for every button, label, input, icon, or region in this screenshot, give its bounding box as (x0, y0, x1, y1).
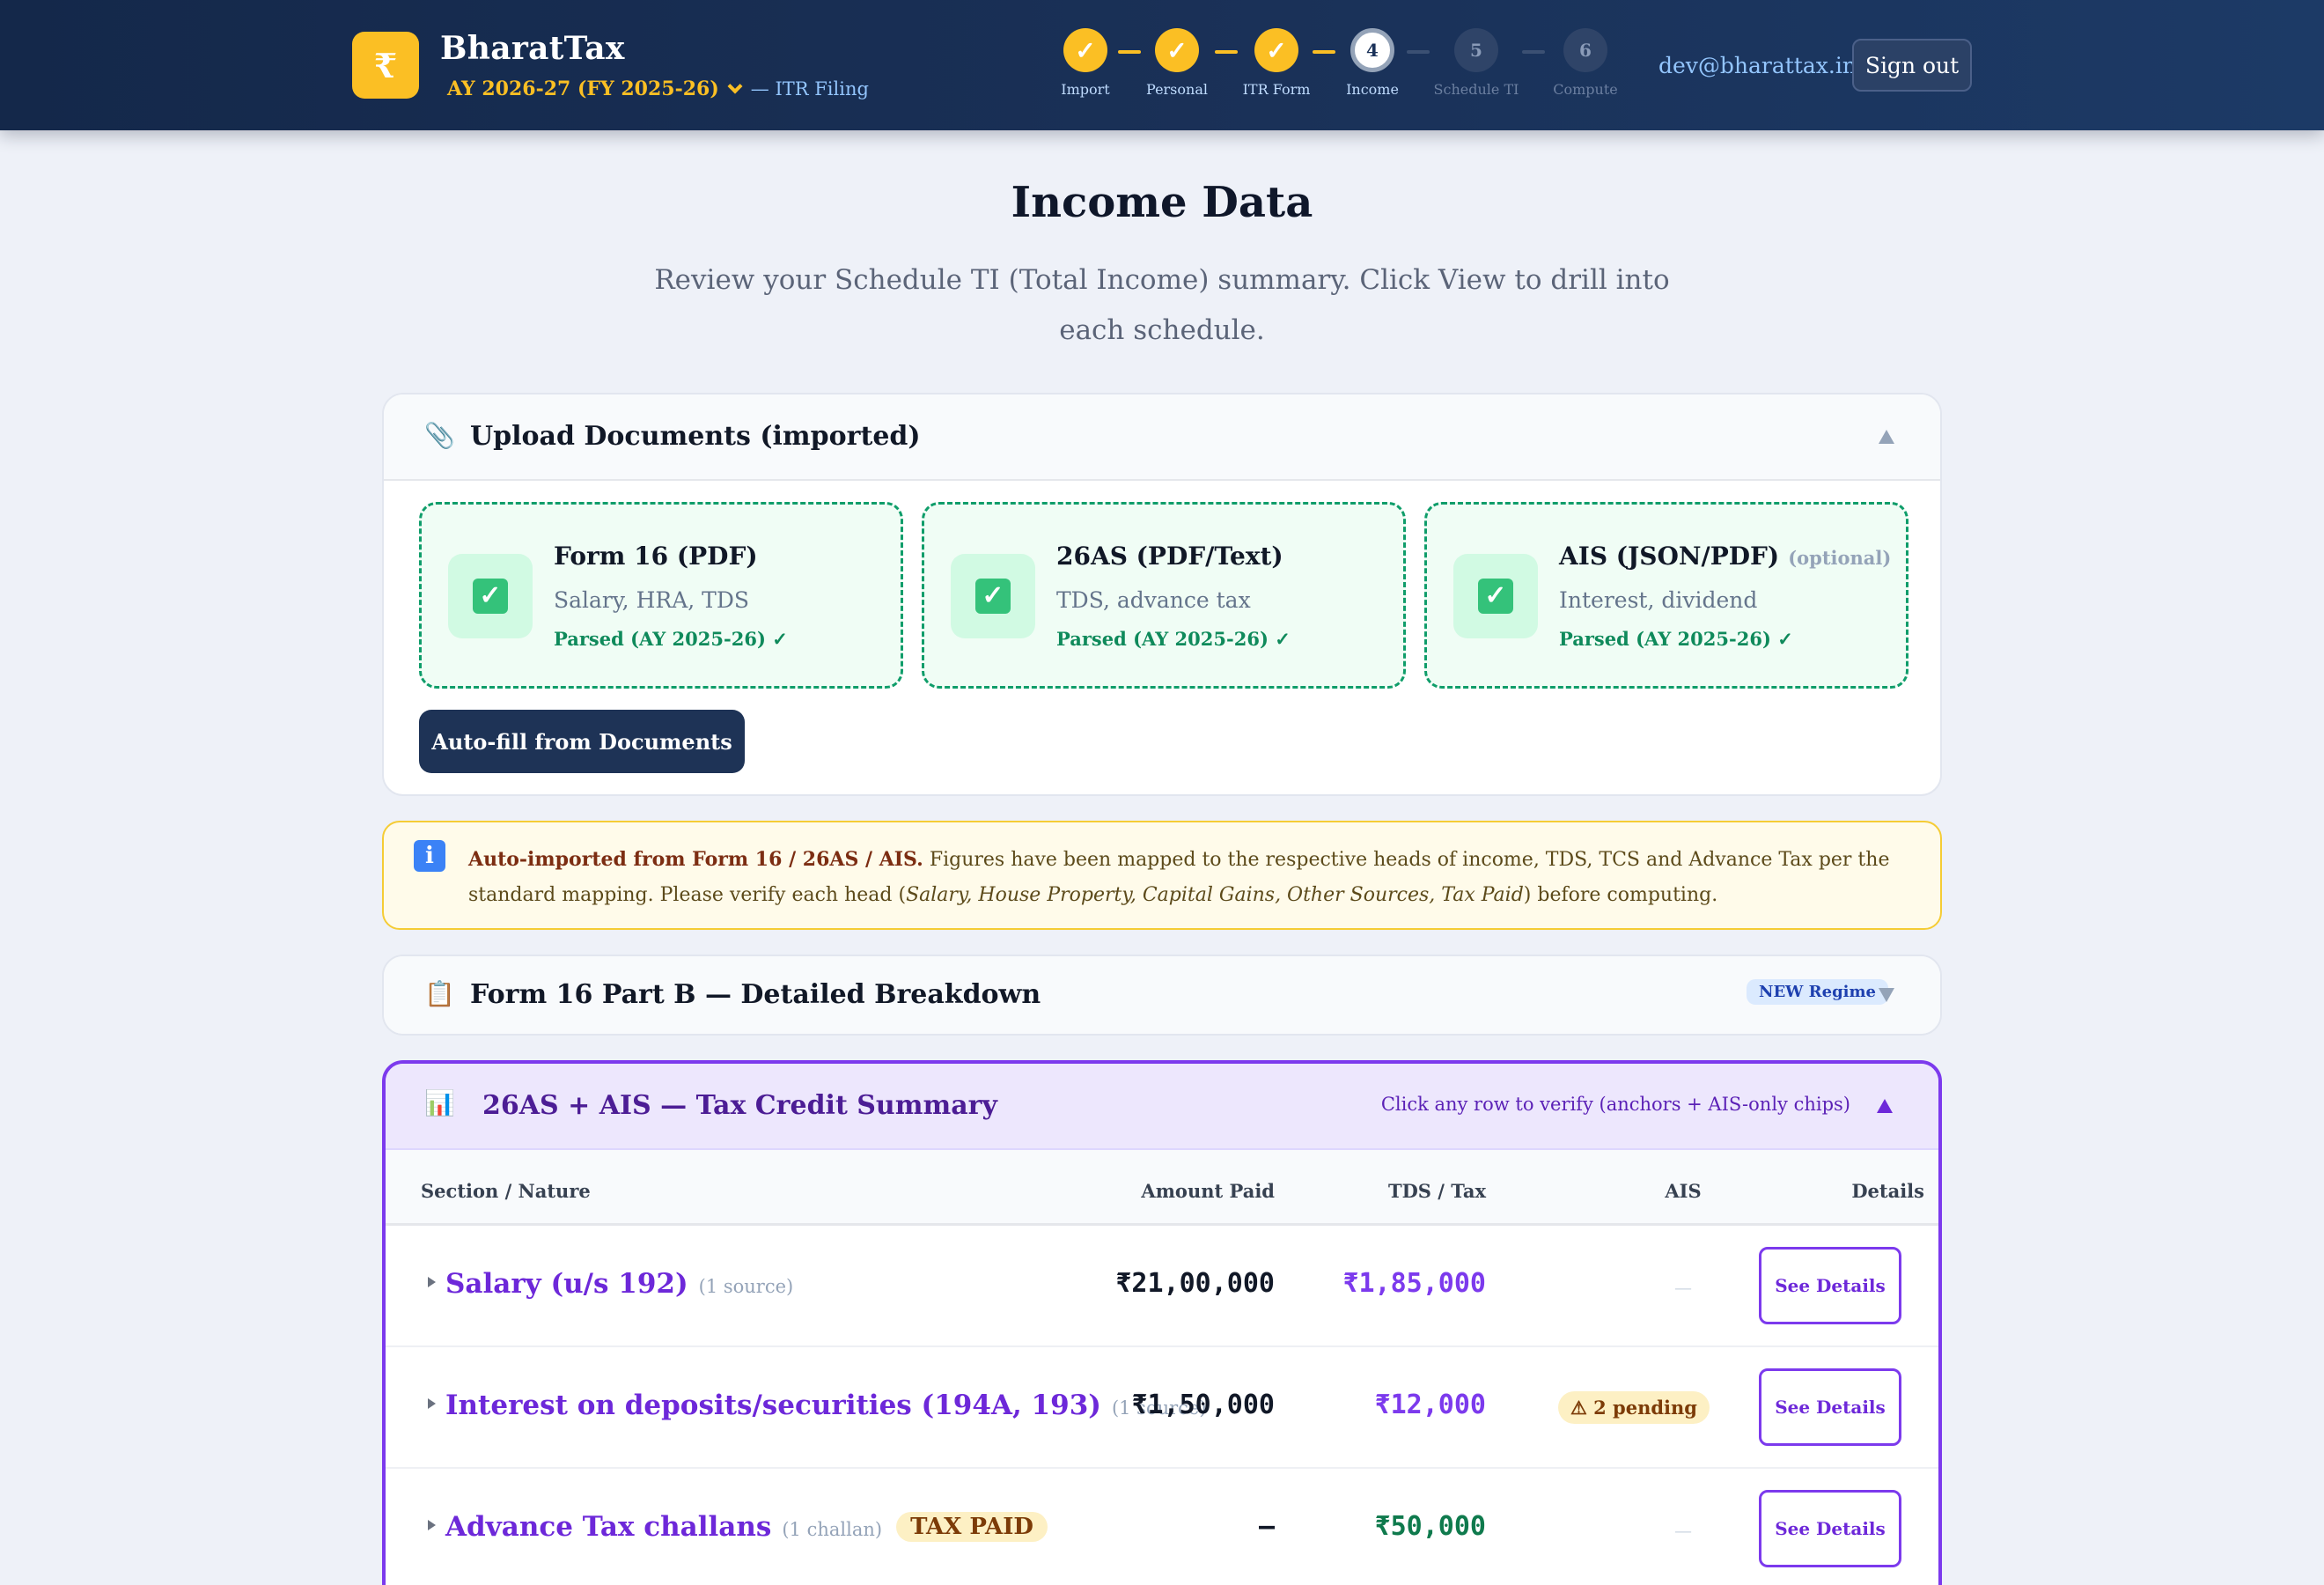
row-source-count: (1 challan) (782, 1519, 883, 1540)
upload-documents-card: 📎 Upload Documents (imported) ✓ Form 16 … (382, 393, 1942, 796)
clipboard-icon: 📋 (424, 979, 455, 1008)
document-description: Interest, dividend (1559, 587, 1758, 613)
form16-part-b-card[interactable]: 📋 Form 16 Part B — Detailed Breakdown NE… (382, 955, 1942, 1036)
column-header-section: Section / Nature (421, 1180, 591, 1202)
collapse-caret-icon[interactable] (1879, 430, 1894, 444)
tax-paid-chip: TAX PAID (896, 1512, 1048, 1542)
document-tile-ais[interactable]: ✓ AIS (JSON/PDF) (optional) Interest, div… (1424, 502, 1908, 689)
step-done-check-icon: ✓ (1063, 28, 1107, 72)
column-header-tds: TDS / Tax (1387, 1180, 1486, 1202)
column-header-amount: Amount Paid (1141, 1180, 1275, 1202)
row-tds: ₹12,000 (1374, 1390, 1486, 1420)
table-row[interactable]: Interest on deposits/securities (194A, 1… (386, 1347, 1938, 1469)
tax-credit-summary-card: 📊 26AS + AIS — Tax Credit Summary Click … (382, 1060, 1942, 1585)
step-label: ITR Form (1242, 81, 1311, 98)
document-tile-26as[interactable]: ✓ 26AS (PDF/Text) TDS, advance tax Parse… (922, 502, 1406, 689)
document-parse-status: Parsed (AY 2025-26) ✓ (554, 628, 788, 650)
see-details-button[interactable]: See Details (1759, 1247, 1901, 1324)
row-section-name: Advance Tax challans (1 challan) TAX PAID (445, 1511, 1048, 1543)
checkbox-check-icon: ✓ (448, 554, 533, 638)
assessment-year-value: AY 2026-27 (FY 2025-26) (447, 77, 719, 100)
document-parse-status: Parsed (AY 2025-26) ✓ (1056, 628, 1291, 650)
step-label: Compute (1553, 81, 1618, 98)
document-name: Form 16 (PDF) (554, 542, 758, 571)
step-import[interactable]: ✓ Import (1033, 28, 1138, 98)
document-tile-form16[interactable]: ✓ Form 16 (PDF) Salary, HRA, TDS Parsed … (419, 502, 903, 689)
auto-import-notice: i Auto-imported from Form 16 / 26AS / AI… (382, 821, 1942, 930)
step-done-check-icon: ✓ (1254, 28, 1298, 72)
upload-documents-title: Upload Documents (imported) (470, 421, 921, 452)
expand-caret-icon[interactable] (1879, 988, 1894, 1002)
collapse-caret-icon[interactable] (1877, 1099, 1893, 1113)
top-navigation-bar: ₹ BharatTax AY 2026-27 (FY 2025-26) — IT… (0, 0, 2324, 130)
filing-subtitle: — ITR Filing (750, 78, 869, 100)
row-amount-paid: ₹1,50,000 (1131, 1390, 1275, 1420)
step-label: Income (1346, 81, 1399, 98)
document-name: AIS (JSON/PDF) (optional) (1559, 542, 1892, 571)
row-amount-paid: ₹21,00,000 (1115, 1268, 1275, 1299)
step-number: 4 (1350, 28, 1394, 72)
row-ais-status: — (1674, 1277, 1692, 1298)
user-email: dev@bharattax.in (1658, 53, 1857, 78)
row-source-count: (1 source) (698, 1276, 794, 1297)
assessment-year-row: AY 2026-27 (FY 2025-26) — ITR Filing (447, 77, 869, 100)
expand-triangle-icon[interactable] (428, 1520, 436, 1530)
verify-hint: Click any row to verify (anchors + AIS-o… (1380, 1094, 1850, 1115)
step-label: Schedule TI (1433, 81, 1519, 98)
step-number: 5 (1454, 28, 1498, 72)
row-tds: ₹1,85,000 (1342, 1268, 1486, 1299)
step-itr-form[interactable]: ✓ ITR Form (1224, 28, 1329, 98)
table-row[interactable]: Advance Tax challans (1 challan) TAX PAID … (386, 1469, 1938, 1585)
tax-credit-summary-title: 26AS + AIS — Tax Credit Summary (482, 1090, 997, 1121)
upload-documents-header[interactable]: 📎 Upload Documents (imported) (384, 394, 1940, 481)
step-schedule-ti[interactable]: 5 Schedule TI (1423, 28, 1529, 98)
step-done-check-icon: ✓ (1155, 28, 1199, 72)
bar-chart-icon: 📊 (424, 1088, 455, 1117)
row-tds: ₹50,000 (1374, 1511, 1486, 1542)
see-details-button[interactable]: See Details (1759, 1368, 1901, 1446)
step-label: Personal (1146, 81, 1208, 98)
step-income[interactable]: 4 Income (1320, 28, 1425, 98)
step-number: 6 (1563, 28, 1607, 72)
step-personal[interactable]: ✓ Personal (1124, 28, 1230, 98)
expand-triangle-icon[interactable] (428, 1398, 436, 1409)
column-header-ais: AIS (1665, 1180, 1702, 1202)
optional-tag: (optional) (1788, 547, 1892, 569)
ais-pending-chip[interactable]: ⚠ 2 pending (1558, 1391, 1710, 1424)
autofill-from-documents-button[interactable]: Auto-fill from Documents (419, 710, 745, 773)
regime-badge: NEW Regime (1747, 979, 1888, 1005)
document-description: Salary, HRA, TDS (554, 587, 749, 613)
sign-out-button[interactable]: Sign out (1852, 39, 1972, 92)
form16-part-b-title: Form 16 Part B — Detailed Breakdown (470, 979, 1041, 1010)
tax-credit-summary-header[interactable]: 📊 26AS + AIS — Tax Credit Summary Click … (386, 1064, 1938, 1150)
table-row[interactable]: Salary (u/s 192) (1 source) ₹21,00,000 ₹1… (386, 1226, 1938, 1347)
page-subtitle: Review your Schedule TI (Total Income) s… (654, 264, 1670, 346)
brand-name: BharatTax (440, 30, 625, 67)
row-amount-paid: – (1258, 1511, 1275, 1542)
row-ais-status: — (1674, 1520, 1692, 1541)
info-icon: i (414, 840, 445, 872)
page-title: Income Data (1011, 178, 1313, 227)
step-compute[interactable]: 6 Compute (1533, 28, 1638, 98)
document-parse-status: Parsed (AY 2025-26) ✓ (1559, 628, 1793, 650)
step-label: Import (1061, 81, 1110, 98)
paperclip-icon: 📎 (424, 421, 455, 450)
table-header: Section / Nature Amount Paid TDS / Tax A… (386, 1150, 1938, 1226)
row-section-name: Interest on deposits/securities (194A, 1… (445, 1390, 1207, 1421)
form16-part-b-header[interactable]: 📋 Form 16 Part B — Detailed Breakdown NE… (384, 956, 1940, 1034)
chevron-down-icon (727, 78, 743, 94)
assessment-year-selector[interactable]: AY 2026-27 (FY 2025-26) (447, 77, 743, 100)
expand-triangle-icon[interactable] (428, 1277, 436, 1287)
column-header-details: Details (1851, 1180, 1924, 1202)
document-description: TDS, advance tax (1056, 587, 1251, 613)
rupee-logo-icon: ₹ (352, 32, 419, 99)
checkbox-check-icon: ✓ (951, 554, 1035, 638)
see-details-button[interactable]: See Details (1759, 1490, 1901, 1567)
document-name: 26AS (PDF/Text) (1056, 542, 1283, 571)
row-section-name: Salary (u/s 192) (1 source) (445, 1268, 794, 1300)
notice-text: Auto-imported from Form 16 / 26AS / AIS.… (468, 848, 1890, 906)
checkbox-check-icon: ✓ (1453, 554, 1538, 638)
